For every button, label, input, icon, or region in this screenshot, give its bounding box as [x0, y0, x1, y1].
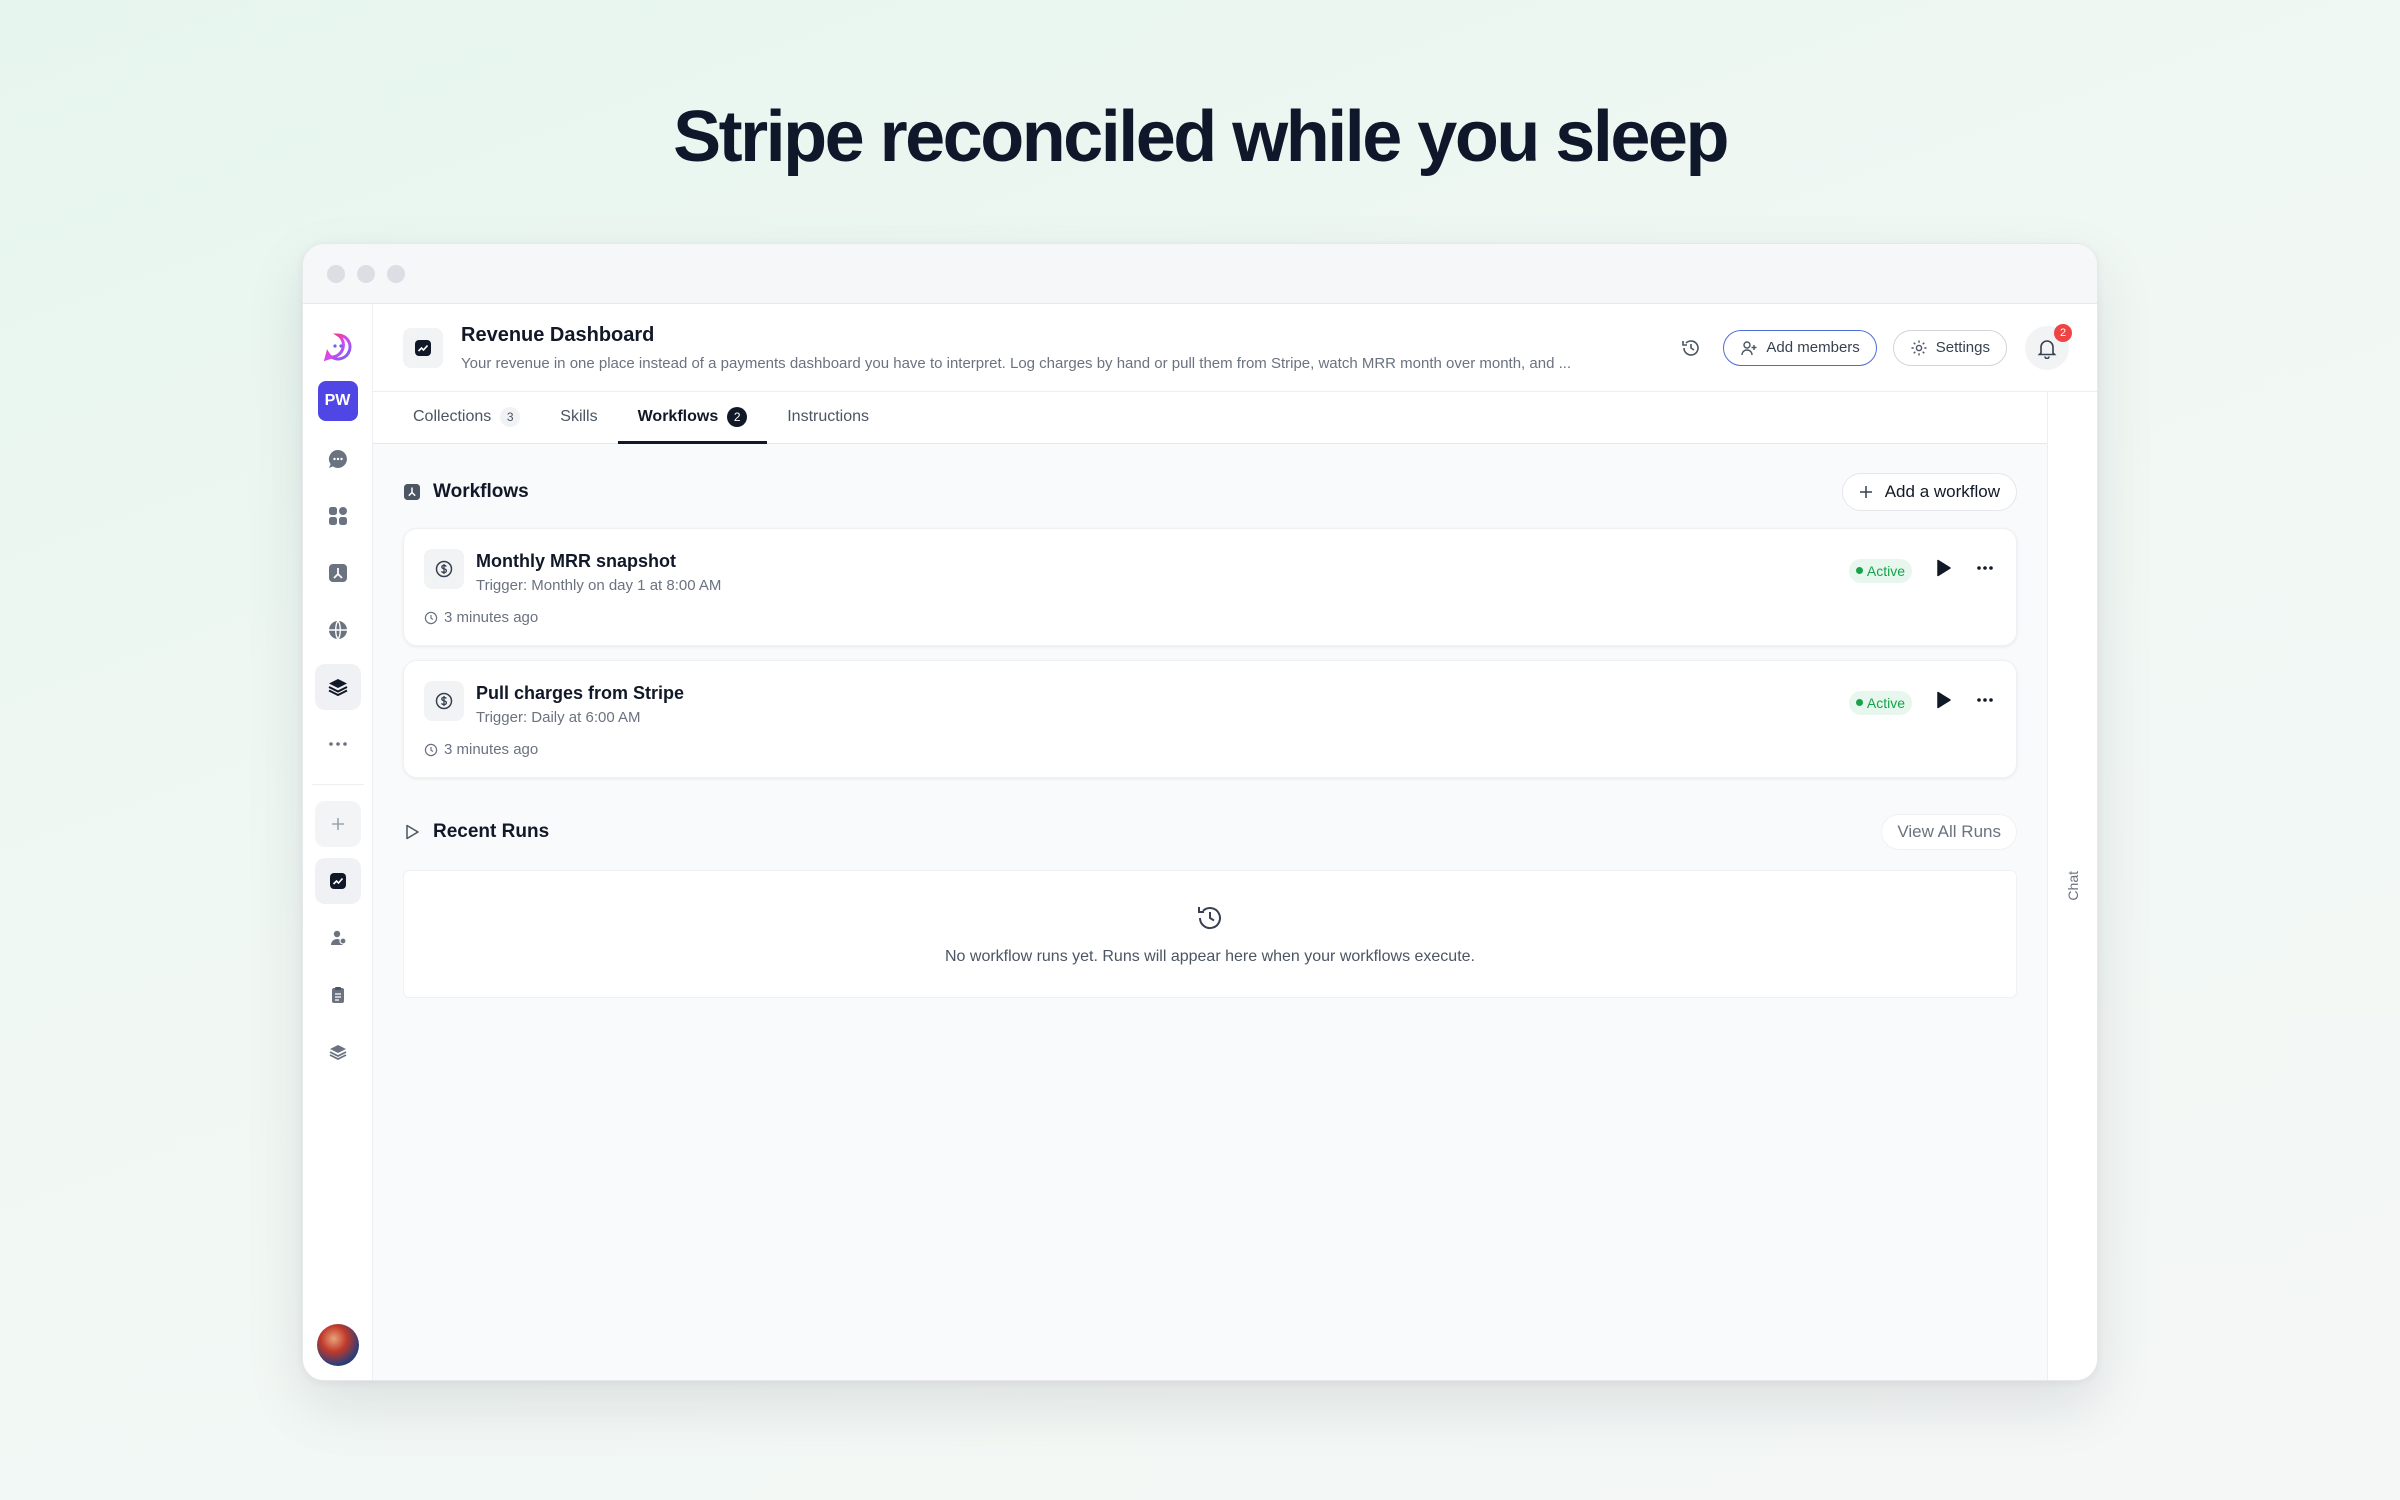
plus-icon: [1859, 486, 1872, 498]
workflows-section-header: Workflows Add a workflow: [403, 470, 2017, 514]
settings-label: Settings: [1935, 339, 1990, 356]
section-title-text: Workflows: [433, 481, 529, 502]
status-dot: [1855, 567, 1863, 574]
workflow-more-icon[interactable]: [1974, 689, 1996, 716]
workflow-name: Monthly MRR snapshot: [476, 551, 676, 571]
project-description: Your revenue in one place instead of a p…: [461, 354, 1572, 372]
recent-runs-title: Recent Runs: [403, 821, 549, 843]
page-headline: Stripe reconciled while you sleep: [673, 97, 1729, 177]
run-workflow-play-icon[interactable]: [1932, 689, 1954, 716]
stack-icon[interactable]: [315, 1029, 361, 1075]
sidebar: PW: [303, 304, 373, 1380]
workflows-icon: [404, 484, 420, 500]
main-panel: Revenue Dashboard Your revenue in one pl…: [373, 304, 2097, 1380]
add-project-button[interactable]: [314, 801, 361, 847]
content-wrap: Collections 3 Skills Workflows 2 Instruc…: [373, 392, 2097, 1380]
header-actions: Add members Settings 2: [1675, 323, 2072, 370]
apps-grid-icon[interactable]: [315, 493, 361, 539]
view-all-runs-button[interactable]: View All Runs: [1881, 814, 2017, 850]
revenue-dashboard-icon[interactable]: [314, 858, 361, 904]
workflow-time-text: 3 minutes ago: [444, 609, 539, 626]
recent-runs-title-text: Recent Runs: [433, 821, 550, 842]
workflow-updated: 3 minutes ago: [424, 609, 538, 626]
tab-bar: Collections 3 Skills Workflows 2 Instruc…: [373, 392, 2047, 444]
tab-count-badge: 3: [500, 407, 521, 427]
tab-label: Skills: [560, 408, 598, 425]
workflows-section-title: Workflows: [403, 481, 529, 503]
bell-icon: [2037, 339, 2057, 359]
run-workflow-play-icon[interactable]: [1932, 557, 1954, 584]
workflows-page: Workflows Add a workflow Monthly MRR sna…: [373, 470, 2047, 998]
gear-icon: [1911, 340, 1927, 355]
workspace-avatar[interactable]: PW: [317, 381, 358, 421]
more-icon[interactable]: [315, 721, 361, 767]
notification-count-badge: 2: [2054, 323, 2072, 342]
tab-label: Instructions: [787, 408, 870, 425]
tab-count-badge: 2: [727, 407, 748, 427]
window-minimize-dot[interactable]: [357, 264, 375, 283]
workflow-actions: Active: [1848, 689, 1996, 716]
user-avatar[interactable]: [316, 1324, 359, 1366]
project-title: Revenue Dashboard: [461, 323, 655, 346]
workflow-trigger: Trigger: Monthly on day 1 at 8:00 AM: [476, 577, 722, 594]
workflow-time-text: 3 minutes ago: [444, 741, 539, 758]
status-dot: [1855, 699, 1863, 706]
layers-icon[interactable]: [314, 664, 361, 710]
workflows-icon[interactable]: [315, 550, 361, 596]
globe-icon[interactable]: [315, 607, 361, 653]
status-text: Active: [1866, 562, 1905, 579]
recent-runs-empty-state: No workflow runs yet. Runs will appear h…: [403, 870, 2017, 998]
project-header-text: Revenue Dashboard Your revenue in one pl…: [461, 324, 1655, 372]
status-badge: Active: [1848, 690, 1912, 715]
dollar-icon: [424, 549, 464, 589]
chat-rail-label: Chat: [2064, 871, 2081, 901]
empty-state-text: No workflow runs yet. Runs will appear h…: [944, 948, 1475, 965]
workflow-card[interactable]: Monthly MRR snapshot Trigger: Monthly on…: [403, 528, 2017, 646]
clock-icon: [424, 611, 438, 624]
tab-collections[interactable]: Collections 3: [393, 391, 540, 443]
history-icon: [1198, 907, 1221, 930]
history-icon[interactable]: [1675, 332, 1707, 364]
settings-button[interactable]: Settings: [1892, 329, 2007, 366]
workflow-name: Pull charges from Stripe: [476, 683, 685, 703]
window-close-dot[interactable]: [327, 264, 345, 283]
workflow-card[interactable]: Pull charges from Stripe Trigger: Daily …: [403, 660, 2017, 778]
tab-workflows[interactable]: Workflows 2: [617, 391, 768, 444]
chat-side-panel[interactable]: Chat: [2047, 392, 2097, 1380]
clipboard-icon[interactable]: [315, 972, 361, 1018]
recent-runs-header: Recent Runs View All Runs: [403, 810, 2017, 854]
add-members-button[interactable]: Add members: [1723, 329, 1877, 366]
app-window: PW Revenue Dashboard Your revenue in one…: [302, 243, 2098, 1381]
add-workflow-label: Add a workflow: [1884, 482, 2000, 501]
clock-icon: [424, 743, 438, 756]
window-maximize-dot[interactable]: [387, 264, 405, 283]
app-logo-icon[interactable]: [315, 324, 361, 370]
tab-skills[interactable]: Skills: [540, 391, 617, 443]
tab-label: Collections: [413, 408, 492, 425]
workflow-more-icon[interactable]: [1974, 557, 1996, 584]
user-plus-icon: [1741, 340, 1757, 355]
dollar-icon: [424, 681, 464, 721]
add-members-label: Add members: [1766, 339, 1860, 356]
workflow-trigger: Trigger: Daily at 6:00 AM: [476, 709, 641, 726]
tab-label: Workflows: [637, 408, 719, 425]
workflow-actions: Active: [1848, 557, 1996, 584]
app-body: PW Revenue Dashboard Your revenue in one…: [303, 304, 2097, 1380]
play-outline-icon: [406, 824, 419, 840]
notifications-button[interactable]: 2: [2025, 323, 2072, 370]
users-icon[interactable]: [315, 915, 361, 961]
window-titlebar: [303, 244, 2097, 304]
project-header: Revenue Dashboard Your revenue in one pl…: [373, 304, 2097, 392]
sidebar-divider: [311, 784, 364, 785]
status-text: Active: [1866, 694, 1905, 711]
status-badge: Active: [1848, 558, 1912, 583]
chat-icon[interactable]: [315, 436, 361, 482]
add-workflow-button[interactable]: Add a workflow: [1841, 473, 2017, 511]
workflow-updated: 3 minutes ago: [424, 741, 538, 758]
content-area: Collections 3 Skills Workflows 2 Instruc…: [373, 392, 2047, 1380]
project-icon: [403, 327, 443, 368]
tab-instructions[interactable]: Instructions: [767, 391, 889, 443]
